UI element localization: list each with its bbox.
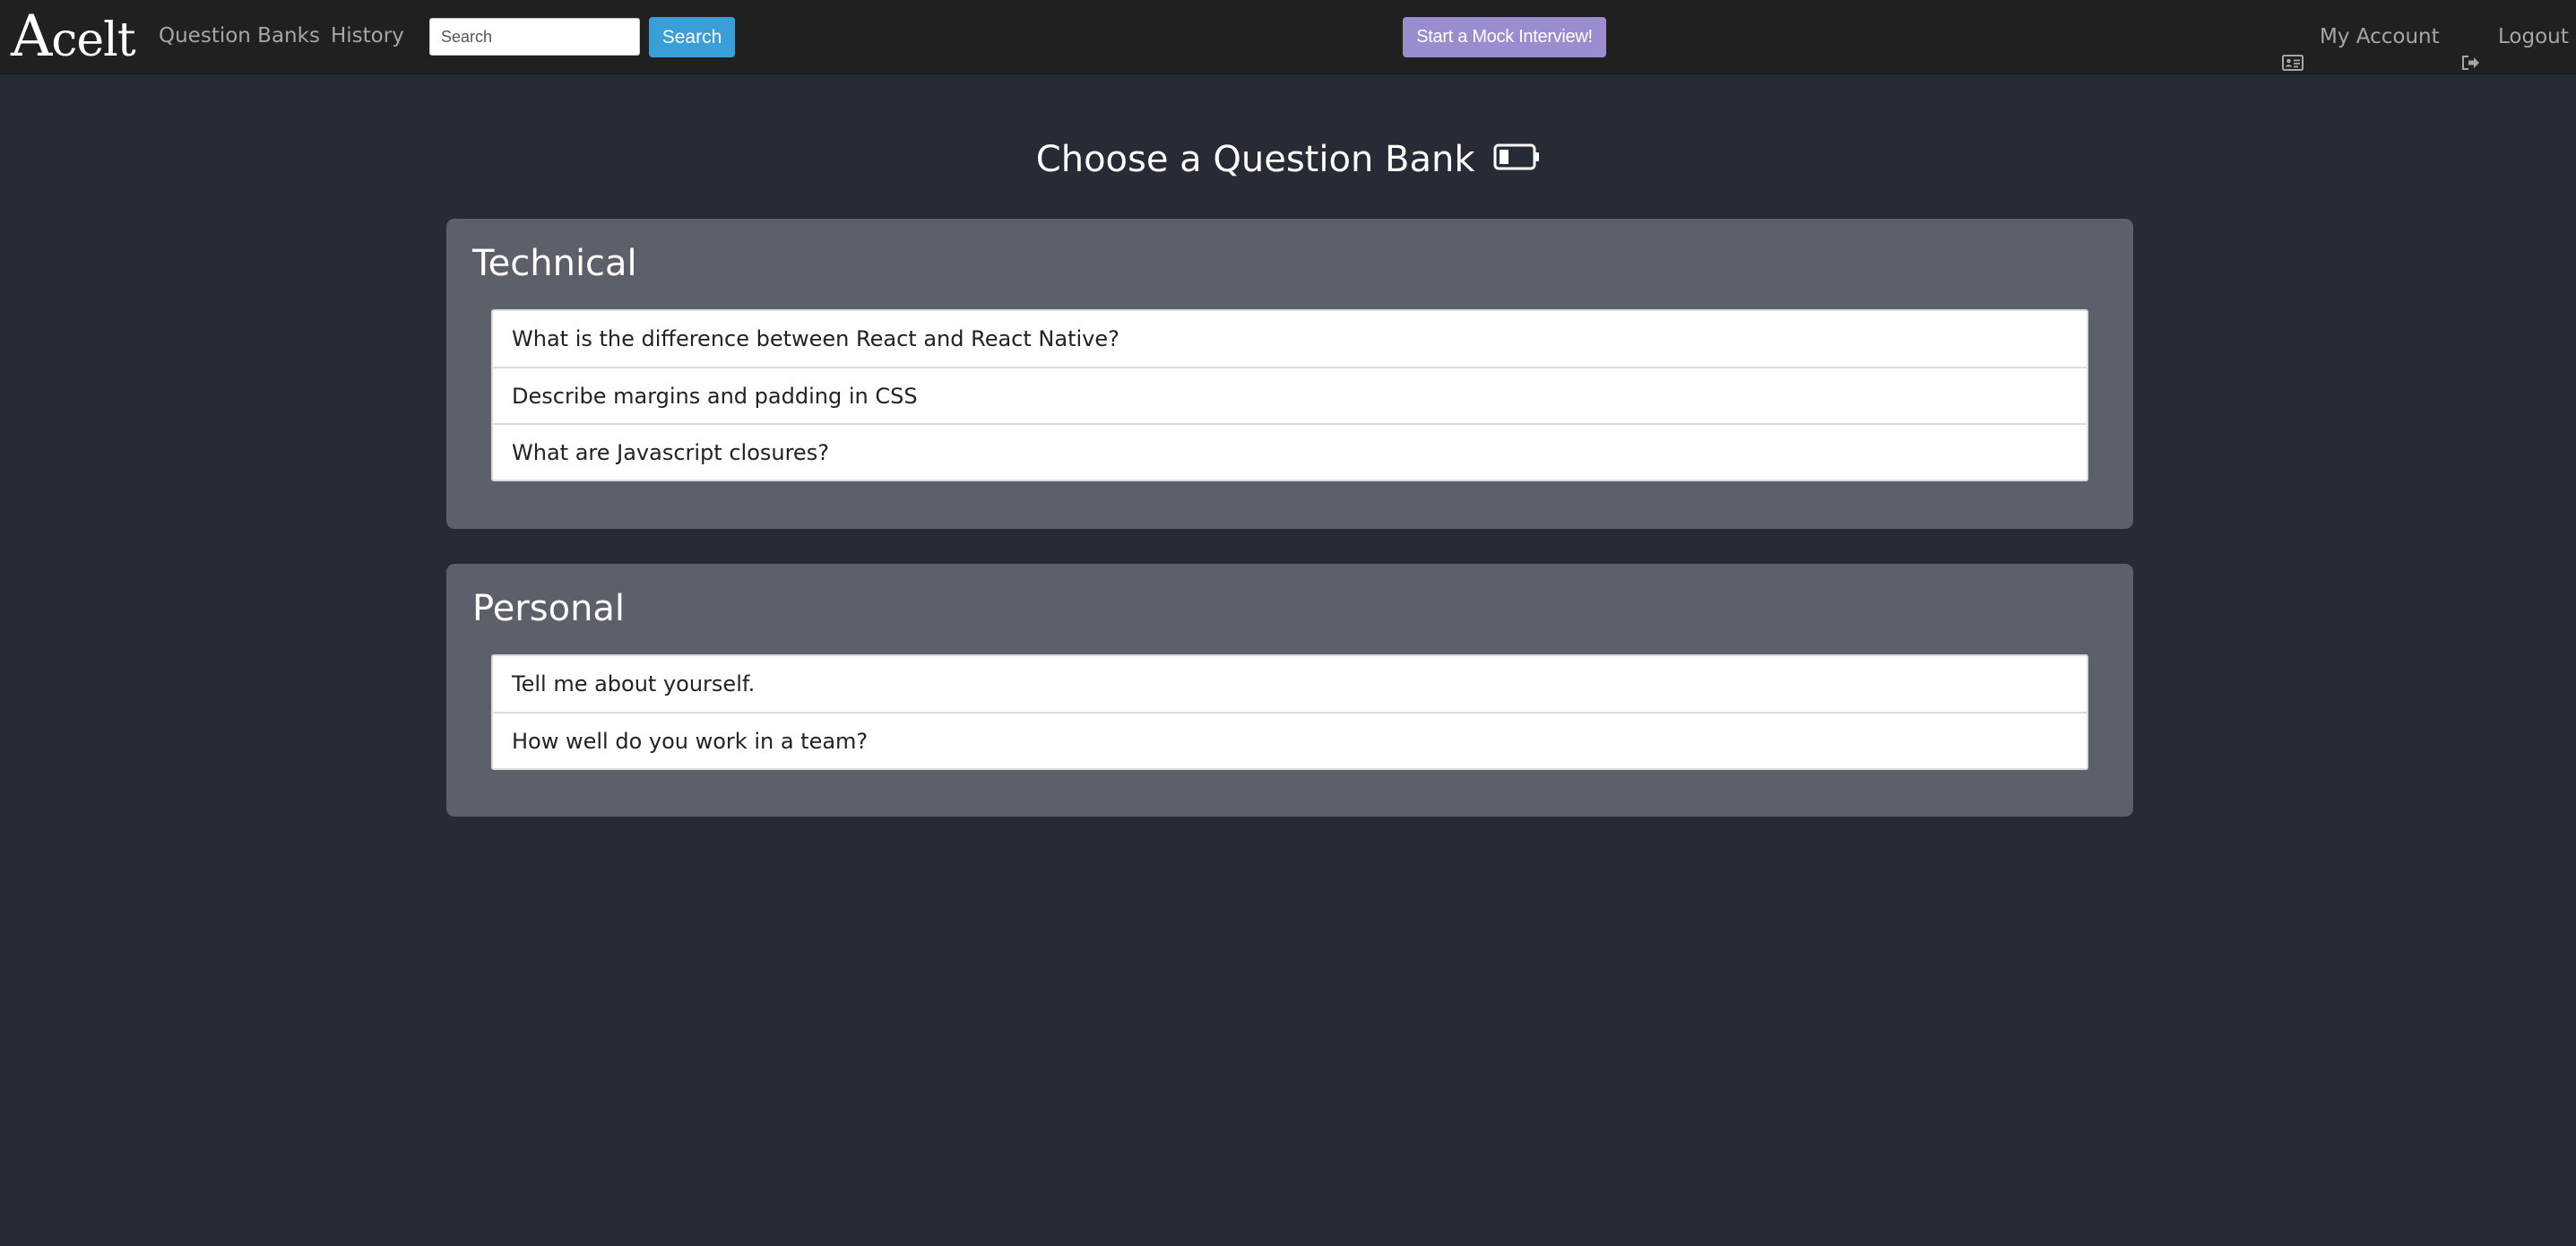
nav-link-question-banks[interactable]: Question Banks: [159, 0, 320, 74]
search-button[interactable]: Search: [649, 17, 735, 57]
question-bank-title: Technical: [472, 243, 637, 284]
question-list: Tell me about yourself. How well do you …: [491, 654, 2088, 770]
search-input[interactable]: [429, 18, 640, 56]
question-item[interactable]: How well do you work in a team?: [493, 712, 2087, 768]
question-item[interactable]: Tell me about yourself.: [493, 656, 2087, 712]
question-bank-panel-technical: Technical What is the difference between…: [446, 219, 2133, 529]
start-mock-interview-button[interactable]: Start a Mock Interview!: [1403, 17, 1606, 57]
battery-icon: [1493, 132, 1540, 186]
brand-logo[interactable]: Acelt: [11, 5, 136, 68]
nav-link-history[interactable]: History: [331, 0, 404, 74]
logout-link[interactable]: Logout: [2460, 0, 2569, 74]
question-item[interactable]: What are Javascript closures?: [493, 423, 2087, 480]
top-navbar: Acelt Question Banks History Search Star…: [0, 0, 2576, 74]
my-account-link[interactable]: My Account: [2282, 0, 2440, 74]
my-account-label: My Account: [2320, 25, 2440, 48]
question-item[interactable]: What is the difference between React and…: [493, 311, 2087, 367]
question-bank-panel-personal: Personal Tell me about yourself. How wel…: [446, 564, 2133, 817]
sign-out-icon: [2460, 29, 2482, 70]
page-title: Choose a Question Bank: [0, 133, 2576, 186]
logout-label: Logout: [2498, 25, 2569, 48]
question-item[interactable]: Describe margins and padding in CSS: [493, 367, 2087, 423]
question-bank-title: Personal: [472, 588, 626, 629]
page-title-text: Choose a Question Bank: [1035, 139, 1475, 180]
question-list: What is the difference between React and…: [491, 309, 2088, 481]
id-card-icon: [2282, 29, 2304, 71]
